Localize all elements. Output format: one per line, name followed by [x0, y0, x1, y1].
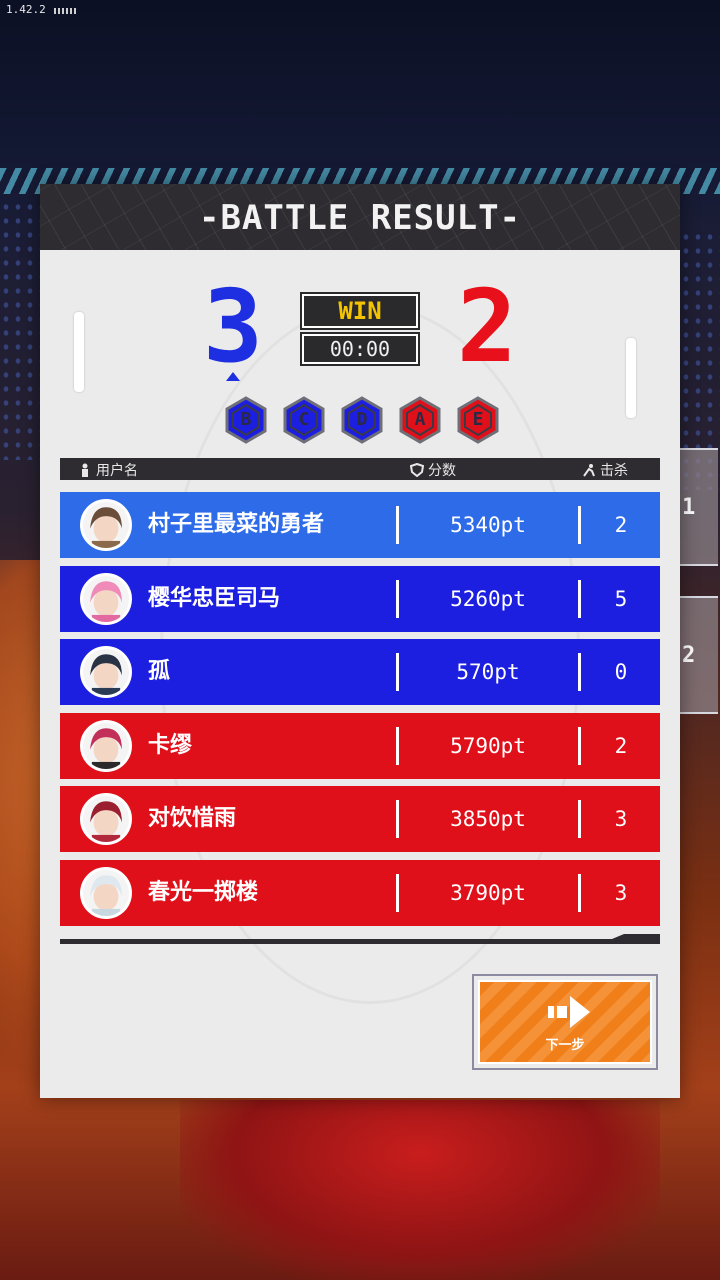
- player-score: 3850pt: [450, 807, 526, 832]
- player-kills: 3: [614, 881, 628, 905]
- background-dots-left: [0, 200, 40, 460]
- capture-point-d: D: [340, 396, 384, 444]
- arrow-right-icon: [548, 996, 590, 1028]
- capture-point-letter: D: [356, 409, 368, 430]
- player-row[interactable]: 樱华忠臣司马 5260pt 5: [60, 565, 660, 632]
- avatar-portrait-icon: [83, 722, 129, 769]
- next-step-label: 下一步: [545, 1038, 585, 1053]
- player-score: 5790pt: [450, 733, 526, 758]
- header-name-label: 用户名: [96, 463, 138, 479]
- user-icon: [82, 463, 88, 477]
- player-name: 孤: [148, 659, 171, 685]
- column-divider: [578, 874, 581, 912]
- player-row[interactable]: 村子里最菜的勇者 5340pt 2: [60, 492, 660, 558]
- column-divider: [396, 579, 399, 618]
- player-score: 5260pt: [450, 586, 526, 611]
- capture-point-e: E: [456, 396, 500, 444]
- avatar-portrait-icon: [83, 649, 129, 696]
- player-kills: 5: [614, 586, 628, 611]
- panel-side-bar-right: [626, 338, 636, 418]
- column-divider: [578, 506, 581, 544]
- shield-icon: [410, 463, 424, 477]
- player-row[interactable]: 对饮惜雨 3850pt 3: [60, 786, 660, 853]
- match-timer: 00:00: [300, 332, 420, 366]
- capture-point-letter: B: [240, 409, 252, 430]
- header-kills: 击杀: [582, 460, 628, 480]
- avatar: [80, 499, 132, 551]
- capture-point-b: B: [224, 396, 268, 444]
- header-score: 分数: [410, 460, 456, 480]
- result-badge: WIN: [300, 292, 420, 330]
- capture-point-letter: C: [298, 409, 310, 430]
- column-divider: [578, 726, 581, 765]
- player-row[interactable]: 孤 570pt 0: [60, 639, 660, 706]
- signal-icon: [54, 8, 78, 14]
- capture-point-a: A: [398, 396, 442, 444]
- background-character-body: [180, 1100, 660, 1280]
- panel-header: -BATTLE RESULT-: [40, 184, 680, 250]
- player-name: 卡缪: [148, 732, 193, 758]
- blue-team-score: 3: [202, 268, 264, 385]
- player-name: 村子里最菜的勇者: [148, 512, 325, 537]
- player-kills: 3: [614, 807, 628, 832]
- player-row[interactable]: 春光一掷楼 3790pt 3: [60, 860, 660, 926]
- avatar: [80, 867, 132, 919]
- kill-icon: [583, 464, 595, 477]
- next-step-button-face: 下一步: [478, 980, 652, 1064]
- column-divider: [396, 874, 399, 912]
- side-tab-label: 2: [682, 642, 696, 668]
- player-score: 570pt: [456, 660, 520, 685]
- panel-side-bar-left: [74, 312, 84, 392]
- capture-point-letter: E: [472, 409, 484, 430]
- next-step-button[interactable]: 下一步: [472, 974, 658, 1070]
- version-label: 1.42.2: [6, 3, 46, 16]
- column-divider: [578, 800, 581, 839]
- player-kills: 2: [614, 733, 628, 758]
- side-tab-label: 1: [682, 494, 696, 520]
- avatar: [80, 646, 132, 699]
- avatar: [80, 719, 132, 772]
- avatar: [80, 793, 132, 846]
- player-name: 春光一掷楼: [148, 880, 259, 905]
- column-divider: [578, 579, 581, 618]
- player-score: 3790pt: [450, 881, 526, 905]
- player-row[interactable]: 卡缪 5790pt 2: [60, 712, 660, 779]
- column-divider: [396, 800, 399, 839]
- player-kills: 0: [614, 660, 628, 685]
- column-divider: [578, 653, 581, 692]
- avatar-portrait-icon: [83, 870, 129, 916]
- avatar-portrait-icon: [83, 502, 129, 548]
- red-team-score: 2: [456, 268, 518, 385]
- player-score: 5340pt: [450, 513, 526, 537]
- header-kills-label: 击杀: [600, 463, 628, 479]
- battle-result-panel: -BATTLE RESULT- 3 2 WIN 00:00 B C D A E 用户名 …: [40, 184, 680, 1098]
- header-score-label: 分数: [428, 463, 456, 479]
- player-name: 樱华忠臣司马: [148, 585, 281, 611]
- avatar-portrait-icon: [83, 575, 129, 622]
- capture-points: BCDAE: [224, 396, 500, 444]
- column-divider: [396, 726, 399, 765]
- capture-point-letter: A: [414, 409, 426, 430]
- player-team-marker-icon: [226, 372, 240, 381]
- player-name: 对饮惜雨: [148, 806, 237, 832]
- player-kills: 2: [614, 513, 628, 537]
- page-title: -BATTLE RESULT-: [198, 198, 522, 238]
- avatar-portrait-icon: [83, 796, 129, 843]
- header-name: 用户名: [78, 460, 138, 480]
- table-header: 用户名 分数 击杀: [60, 458, 660, 480]
- avatar: [80, 572, 132, 625]
- column-divider: [396, 653, 399, 692]
- capture-point-c: C: [282, 396, 326, 444]
- column-divider: [396, 506, 399, 544]
